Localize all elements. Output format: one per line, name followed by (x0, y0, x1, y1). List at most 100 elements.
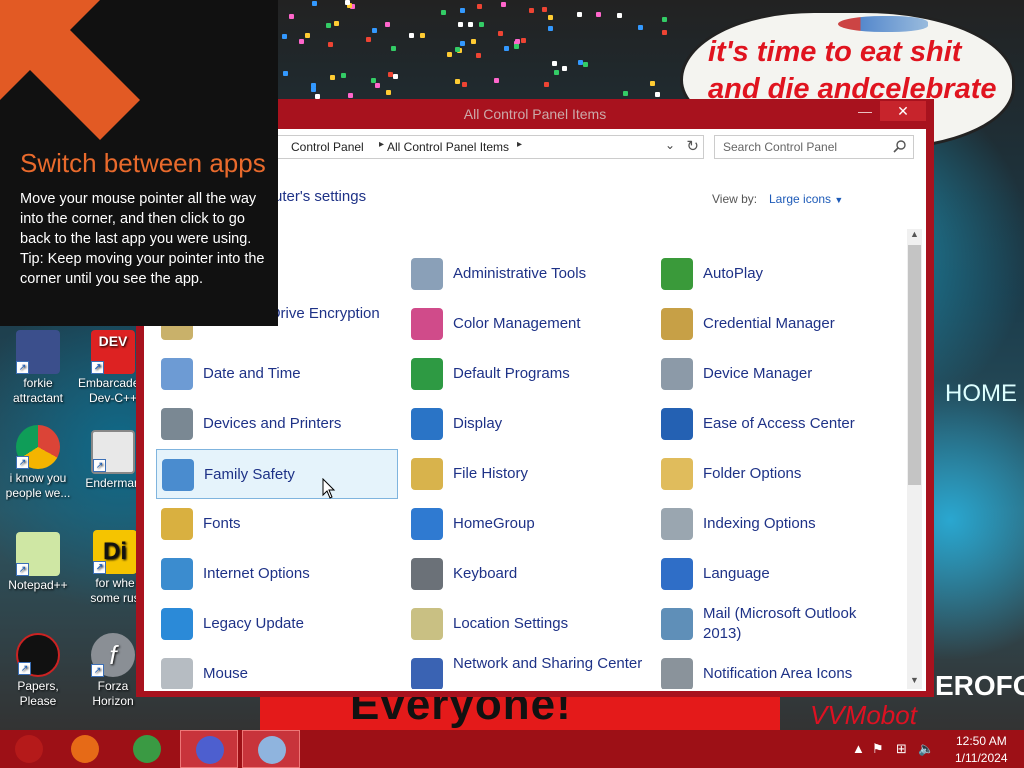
desktop-icon-label: i know you people we... (5, 471, 71, 500)
confetti-piece (299, 39, 304, 44)
device-manager-icon (661, 358, 693, 390)
scroll-down-icon[interactable]: ▼ (907, 675, 922, 689)
breadcrumb-separator-icon[interactable]: ▸ (517, 139, 522, 150)
cp-item-default-programs[interactable]: Default Programs (406, 349, 648, 399)
speech-bubble-text: it's time to eat shit and die andcelebra… (708, 36, 997, 105)
network-sharing-icon (411, 658, 443, 689)
confetti-piece (458, 22, 463, 27)
breadcrumb-control-panel[interactable]: Control Panel (291, 140, 364, 154)
cp-item-file-history[interactable]: File History (406, 449, 648, 499)
cp-item-credential-manager[interactable]: Credential Manager (656, 299, 898, 349)
confetti-piece (283, 71, 288, 76)
taskbar-button-settings[interactable] (180, 730, 238, 768)
confetti-piece (521, 38, 526, 43)
flag-icon[interactable]: ⚑ (872, 741, 884, 757)
confetti-piece (305, 33, 310, 38)
confetti-piece (312, 1, 317, 6)
search-placeholder: Search Control Panel (723, 140, 838, 154)
cp-item-fonts[interactable]: Fonts (156, 499, 398, 549)
confetti-piece (348, 93, 353, 98)
confetti-piece (544, 82, 549, 87)
view-by-dropdown[interactable]: Large icons ▼ (769, 192, 843, 206)
volume-muted-icon[interactable]: 🔈 (918, 741, 934, 757)
taskbar-button-control-panel[interactable] (242, 730, 300, 768)
family-safety-icon (162, 459, 194, 491)
cp-item-network-sharing[interactable]: Network and Sharing Center (406, 649, 648, 689)
location-settings-icon (411, 608, 443, 640)
breadcrumb-all-items[interactable]: All Control Panel Items (387, 140, 509, 154)
search-icon[interactable] (893, 139, 907, 153)
confetti-piece (498, 31, 503, 36)
confetti-piece (462, 82, 467, 87)
confetti-piece (479, 22, 484, 27)
show-hidden-icons-icon[interactable]: ▲ (852, 741, 865, 756)
confetti-piece (655, 92, 660, 97)
confetti-piece (554, 70, 559, 75)
desktop-icon-papers-please[interactable]: ↗ Papers, Please (3, 633, 73, 709)
cp-item-homegroup[interactable]: HomeGroup (406, 499, 648, 549)
cp-item-family-safety[interactable]: Family Safety (156, 449, 398, 499)
cp-item-mouse[interactable]: Mouse (156, 649, 398, 689)
confetti-piece (623, 91, 628, 96)
cp-item-internet-options[interactable]: Internet Options (156, 549, 398, 599)
vertical-scrollbar[interactable]: ▲ ▼ (907, 229, 922, 689)
minimize-button[interactable]: — (852, 101, 878, 121)
cp-item-display[interactable]: Display (406, 399, 648, 449)
cp-item-indexing-options[interactable]: Indexing Options (656, 499, 898, 549)
cp-item-notification-area[interactable]: Notification Area Icons (656, 649, 898, 689)
confetti-piece (455, 47, 460, 52)
view-by-value[interactable]: Large icons (769, 192, 831, 206)
confetti-piece (460, 8, 465, 13)
taskbar-button-hoi4[interactable] (0, 730, 58, 768)
desktop-icon-forkie[interactable]: ↗ forkie attractant (3, 330, 73, 406)
desktop-icon-chrome[interactable]: ↗ i know you people we... (3, 425, 73, 501)
cp-item-label: HomeGroup (453, 515, 535, 532)
cp-item-language[interactable]: Language (656, 549, 898, 599)
cp-item-location-settings[interactable]: Location Settings (406, 599, 648, 649)
breadcrumb-separator-icon[interactable]: ▸ (379, 139, 384, 150)
refresh-icon[interactable]: ↻ (686, 137, 699, 155)
cp-item-date-time[interactable]: Date and Time (156, 349, 398, 399)
chevron-down-icon[interactable]: ▼ (834, 195, 843, 205)
confetti-piece (617, 13, 622, 18)
notification-area-icon (661, 658, 693, 689)
clock-time[interactable]: 12:50 AM (956, 734, 1007, 748)
scroll-thumb[interactable] (908, 245, 921, 485)
confetti-piece (548, 26, 553, 31)
cp-item-label: File History (453, 465, 529, 482)
confetti-piece (460, 41, 465, 46)
cp-item-administrative-tools[interactable]: Administrative Tools (406, 249, 648, 299)
cp-item-mail[interactable]: Mail (Microsoft Outlook 2013) (656, 599, 898, 649)
close-button[interactable]: ✕ (880, 101, 926, 121)
cp-item-keyboard[interactable]: Keyboard (406, 549, 648, 599)
cp-item-legacy-update[interactable]: Legacy Update (156, 599, 398, 649)
default-programs-icon (411, 358, 443, 390)
cp-item-folder-options[interactable]: Folder Options (656, 449, 898, 499)
wallpaper-neon-sign: EROFOS (935, 670, 1024, 701)
taskbar-button-firefox[interactable] (56, 730, 114, 768)
cp-item-color-management[interactable]: Color Management (406, 299, 648, 349)
confetti-piece (650, 81, 655, 86)
scroll-up-icon[interactable]: ▲ (907, 229, 922, 243)
confetti-piece (504, 46, 509, 51)
network-icon[interactable]: ⊞ (896, 741, 907, 757)
homegroup-icon (411, 508, 443, 540)
firefox-icon (71, 735, 99, 763)
address-dropdown-icon[interactable]: ⌄ (665, 138, 675, 152)
search-input[interactable]: Search Control Panel (714, 135, 914, 159)
desktop-icon-notepadpp[interactable]: ↗ Notepad++ (3, 532, 73, 593)
cp-item-label: Ease of Access Center (703, 415, 855, 432)
cp-item-autoplay[interactable]: AutoPlay (656, 249, 898, 299)
confetti-piece (375, 83, 380, 88)
cp-item-label: Administrative Tools (453, 265, 587, 282)
taskbar-button-chrome[interactable] (118, 730, 176, 768)
cp-item-label: Fonts (203, 515, 241, 532)
clock-date[interactable]: 1/11/2024 (955, 751, 1008, 765)
confetti-piece (447, 52, 452, 57)
folder-options-icon (661, 458, 693, 490)
display-icon (411, 408, 443, 440)
confetti-piece (345, 0, 350, 5)
cp-item-devices-printers[interactable]: Devices and Printers (156, 399, 398, 449)
cp-item-ease-of-access[interactable]: Ease of Access Center (656, 399, 898, 449)
cp-item-device-manager[interactable]: Device Manager (656, 349, 898, 399)
